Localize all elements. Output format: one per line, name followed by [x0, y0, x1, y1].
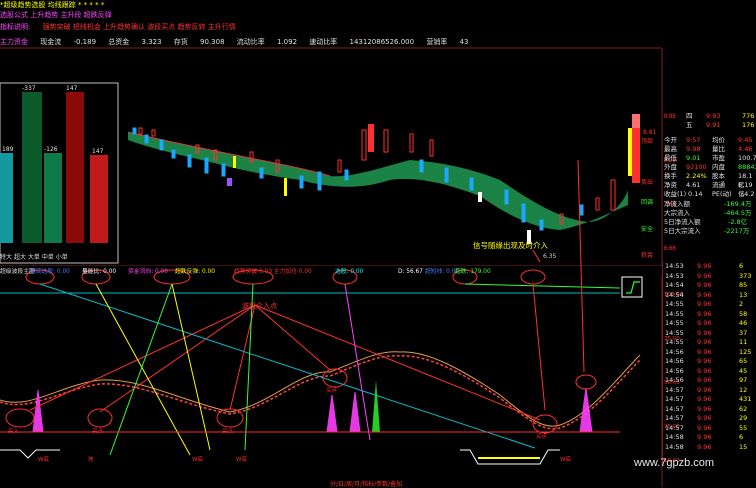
low-price-label: 6.35	[543, 253, 557, 260]
tick-row: 14:57 9.96 62	[665, 404, 748, 413]
high-price-label: 8.81	[643, 129, 657, 136]
tick-row: 14:56 9.96 97	[665, 376, 748, 384]
trend-band	[128, 132, 628, 230]
quote-row: 五 9.91 176	[686, 121, 755, 129]
indicator-bar: 超级波段主图 W底选股: 0.00 量能比: 0.00 资金流向: 0.00 超…	[0, 267, 756, 277]
tick-row: 14:53 9.96 6	[665, 262, 744, 270]
quote-row: 最高 9.98 量比 4.46	[664, 145, 753, 153]
tick-row: 14:56 9.96 125	[665, 347, 752, 356]
signal-pullback: 回调	[641, 198, 653, 206]
tick-row: 14:53 9.96 373	[665, 271, 752, 280]
legend-item: 小单	[55, 254, 68, 261]
legend-item: 大单	[27, 254, 40, 261]
signal-safe: 安全	[641, 225, 653, 233]
tick-row: 14:55 9.96 2	[665, 300, 744, 308]
tick-row: 14:57 9.96 55	[665, 423, 748, 432]
legend-item: 中单	[41, 254, 54, 261]
quote-row: 净资 4.61 流通 8.19亿	[664, 181, 753, 198]
label-small: 147	[92, 148, 104, 155]
signal-top: 顶部	[641, 137, 653, 145]
signal-chance: 机会	[641, 251, 653, 259]
bar-super	[22, 92, 42, 243]
watermark-text: www.7gpzb.com	[634, 457, 715, 469]
legend-item: 特大	[0, 254, 13, 261]
w-bottom-3: W底	[192, 457, 203, 463]
indicator-oversold[interactable]: 超跌: 179.00	[455, 267, 491, 277]
quote-row: 5日大宗流入 -2217万	[664, 227, 750, 235]
bar-medium	[66, 92, 84, 243]
legend-item: 超大	[13, 254, 26, 261]
indicator-short[interactable]: 超短线: 0.00	[425, 267, 459, 277]
tick-row: 14:55 9.96 46	[665, 319, 748, 327]
bar-small	[90, 155, 108, 243]
tick-row: 14:54 9.96 85	[665, 281, 748, 289]
tick-row: 14:58 9.96 6	[665, 433, 744, 441]
quote-row: 外盘92100内盘88843	[664, 163, 756, 171]
quote-row: 净流入额 -169.4万	[664, 200, 752, 208]
indicator-rebound[interactable]: 超跌反弹: 0.00	[175, 267, 215, 277]
bar-large	[44, 153, 62, 243]
quote-row: 大宗流入 -464.5万	[664, 209, 752, 217]
label-medium-top: 147	[66, 85, 78, 92]
money-flow-legend: 特大 超大 大单 中单 小单	[0, 252, 68, 261]
tick-panel[interactable]: 14:53 9.96 6 14:53 9.96 373 14:54 9.96 85 14:5…	[662, 262, 756, 467]
quote-row: 最低 9.01 市盈 100.7	[664, 154, 756, 162]
tick-row: 14:55 9.96 58	[665, 309, 748, 318]
tick-row: 14:57 9.96 431	[665, 395, 752, 403]
bar-special	[0, 153, 13, 243]
w-bottom-4: W底	[236, 457, 247, 463]
buy-signal-3: 买点	[222, 429, 234, 435]
quote-row: 5日净流入额 -2.8亿	[664, 218, 748, 226]
tick-row: 14:55 9.96 37	[665, 328, 748, 337]
buy-signal-2: 买点	[92, 429, 104, 435]
tick-row: 14:55 9.96 11	[665, 338, 748, 346]
main-chart-canvas[interactable]: 8.98 8.21 7.43 6.66 8.81 6.35 信号随缘出现及时介入…	[0, 0, 756, 487]
indicator-money-flow[interactable]: 资金流向: 0.00	[128, 267, 168, 277]
tick-row: 14:56 9.96 45	[665, 366, 748, 375]
indicator-breakout[interactable]: 趋势突破 0.00 主力加仓 0.00	[234, 267, 312, 277]
tick-row: 14:57 9.96 29	[665, 414, 748, 422]
indicator-w-bottom[interactable]: W底选股: 0.00	[30, 267, 70, 277]
label-super: -337	[22, 85, 36, 92]
buy-signal-4: 买点	[326, 388, 338, 394]
w-bottom-5: W底	[560, 457, 571, 463]
tick-row: 14:58 9.96 15	[665, 442, 748, 451]
indicator-select[interactable]: 选股: 0.00	[335, 267, 363, 277]
signal-sell: 卖出	[641, 178, 653, 186]
money-flow-box	[0, 82, 119, 264]
label-special: 189	[2, 146, 14, 153]
quote-row: 换手 2.24% 股本 18.1亿	[664, 172, 753, 189]
bottom-2: 地	[88, 457, 94, 463]
quote-panel: 四 9.93 776 五 9.91 176 今开 9.57 均价 9.45 最高 9.98 量比 4…	[662, 112, 756, 260]
label-large: -126	[44, 146, 58, 153]
tick-row: 14:56 9.96 65	[665, 357, 748, 365]
swing-entry-label: 波段介入点	[242, 302, 277, 310]
tick-row: 14:54 9.96 13	[665, 290, 748, 299]
indicator-d[interactable]: D: 56.67	[398, 267, 423, 277]
quote-row: 收益(1) 0.14 PE(动) 54.2	[664, 190, 755, 198]
buy-signal-1: 买入	[8, 429, 20, 435]
w-bottom-1: W底	[38, 457, 49, 463]
tick-row: 14:57 9.96 12	[665, 385, 748, 394]
quote-row: 四 9.93 776	[686, 112, 755, 120]
signal-note: 信号随缘出现及时介入	[473, 240, 548, 250]
buy-signal-5: 买点	[536, 434, 548, 440]
indicator-volume-ratio[interactable]: 量能比: 0.00	[82, 267, 116, 277]
quote-row: 今开 9.57 均价 9.45	[664, 136, 753, 144]
